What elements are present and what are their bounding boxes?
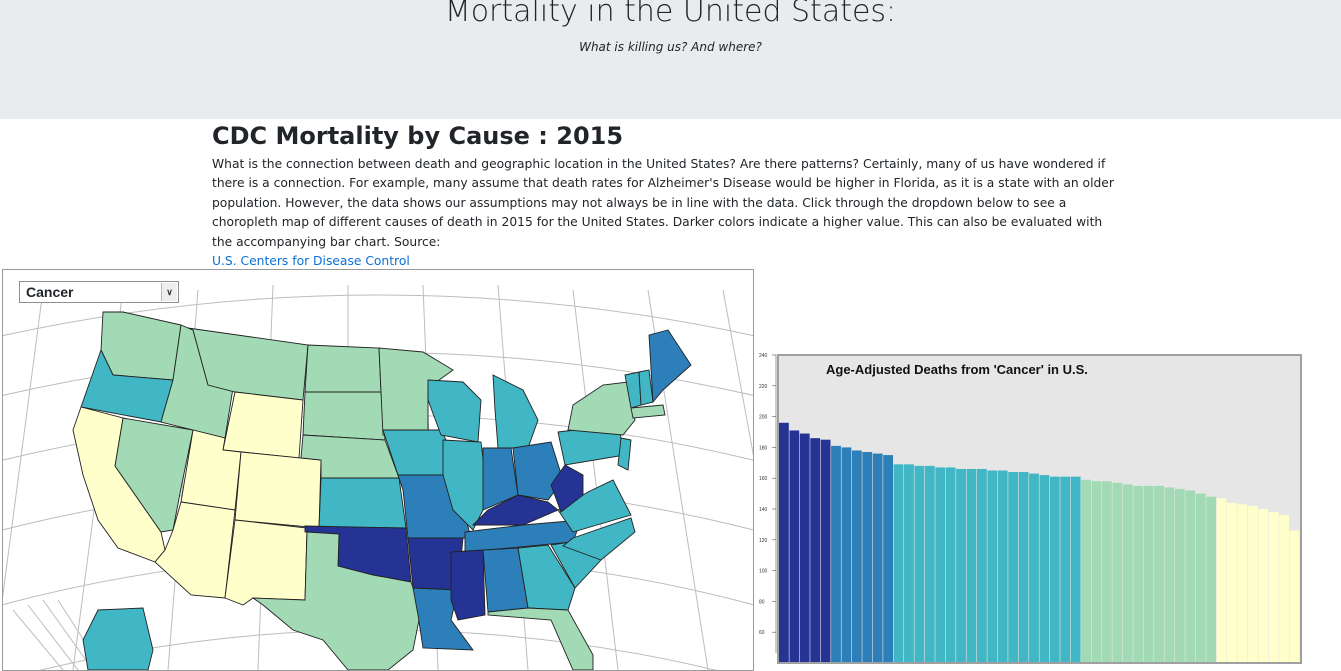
intro-section: CDC Mortality by Cause : 2015 What is th…: [212, 122, 1117, 271]
bar[interactable]: [1049, 476, 1060, 662]
source-link[interactable]: U.S. Centers for Disease Control: [212, 254, 410, 268]
y-tick-label: 100: [759, 569, 768, 575]
bar[interactable]: [976, 468, 987, 662]
state-north-dakota[interactable]: [304, 344, 382, 393]
choropleth-map[interactable]: Cancer ∨: [2, 269, 754, 671]
bar[interactable]: [1247, 505, 1258, 662]
bar[interactable]: [1227, 502, 1237, 662]
bar[interactable]: [841, 447, 852, 662]
chart-panel: [777, 354, 1302, 664]
state-mississippi[interactable]: [450, 549, 486, 621]
bar[interactable]: [1122, 484, 1133, 662]
y-tick-label: 240: [759, 353, 768, 359]
bar-chart: 60 80 100 120 140 160 180 200 220 240: [756, 345, 1306, 664]
state-colorado[interactable]: [234, 451, 322, 529]
state-south-dakota[interactable]: [302, 391, 386, 441]
bar[interactable]: [1081, 479, 1091, 662]
bar[interactable]: [924, 465, 935, 662]
y-tick-label: 80: [759, 599, 765, 605]
bar[interactable]: [1195, 493, 1206, 662]
state-alaska[interactable]: [82, 607, 154, 670]
bar[interactable]: [1102, 481, 1112, 662]
y-tick-label: 120: [759, 538, 768, 544]
bar[interactable]: [1185, 490, 1196, 662]
bar[interactable]: [1164, 487, 1175, 662]
y-tick-label: 160: [759, 476, 768, 482]
state-shapes: [72, 311, 692, 670]
bar[interactable]: [831, 445, 841, 662]
bar[interactable]: [1143, 485, 1154, 662]
cause-dropdown-value: Cancer: [26, 284, 74, 300]
page-header: Mortality in the United States: What is …: [0, 0, 1341, 119]
y-axis: 60 80 100 120 140 160 180 200 220 240: [759, 353, 777, 653]
state-washington[interactable]: [100, 311, 182, 381]
bar[interactable]: [789, 430, 800, 662]
bar[interactable]: [1029, 473, 1039, 662]
bar[interactable]: [1008, 472, 1019, 662]
bar[interactable]: [935, 467, 946, 662]
bar[interactable]: [1060, 476, 1071, 662]
bar[interactable]: [1154, 485, 1164, 662]
chart-title: Age-Adjusted Deaths from 'Cancer' in U.S…: [826, 362, 1088, 377]
bar[interactable]: [1133, 485, 1144, 662]
page-subtitle: What is killing us? And where?: [579, 40, 762, 54]
bar[interactable]: [956, 468, 966, 662]
state-kansas[interactable]: [318, 477, 407, 529]
bars-svg: [779, 422, 1300, 663]
bar[interactable]: [966, 468, 977, 662]
section-heading: CDC Mortality by Cause : 2015: [212, 122, 624, 150]
bar[interactable]: [1112, 482, 1123, 662]
intro-paragraph: What is the connection between death and…: [212, 155, 1117, 271]
bar[interactable]: [987, 470, 998, 663]
bar[interactable]: [1237, 504, 1248, 662]
state-michigan[interactable]: [492, 374, 539, 449]
y-tick-label: 180: [759, 445, 768, 451]
bar[interactable]: [851, 450, 862, 662]
state-new-mexico[interactable]: [224, 519, 308, 606]
bar[interactable]: [914, 465, 925, 662]
y-tick-label: 140: [759, 507, 768, 513]
bar[interactable]: [1039, 475, 1050, 662]
bar[interactable]: [893, 464, 904, 662]
bar[interactable]: [1258, 509, 1269, 662]
bar[interactable]: [1206, 496, 1217, 662]
graticule-line: [3, 289, 44, 598]
page-title: Mortality in the United States:: [444, 0, 897, 29]
bar[interactable]: [883, 455, 894, 662]
state-wyoming[interactable]: [222, 391, 304, 459]
state-maine[interactable]: [648, 329, 692, 404]
bar[interactable]: [1268, 512, 1279, 662]
cause-dropdown[interactable]: Cancer ∨: [19, 281, 179, 303]
intro-text: What is the connection between death and…: [212, 157, 1114, 249]
bar[interactable]: [997, 470, 1008, 663]
y-tick-label: 200: [759, 415, 768, 421]
bar[interactable]: [945, 467, 956, 662]
bar[interactable]: [820, 439, 831, 662]
bar[interactable]: [810, 438, 821, 662]
chevron-down-icon[interactable]: ∨: [161, 283, 177, 301]
bar[interactable]: [1070, 476, 1081, 662]
state-new-york[interactable]: [567, 381, 636, 436]
graticule-line: [722, 289, 753, 456]
bar[interactable]: [799, 433, 810, 662]
bar[interactable]: [1018, 472, 1029, 662]
bar[interactable]: [1289, 530, 1300, 662]
us-map-svg[interactable]: [3, 270, 753, 670]
bar[interactable]: [1216, 498, 1227, 662]
bar[interactable]: [779, 422, 789, 662]
bar[interactable]: [1279, 515, 1289, 662]
y-tick-label: 220: [759, 384, 768, 390]
bar[interactable]: [1174, 488, 1185, 662]
state-massachusetts[interactable]: [630, 404, 666, 419]
y-tick-label: 60: [759, 630, 765, 636]
bar[interactable]: [862, 452, 873, 662]
bar[interactable]: [1091, 481, 1102, 662]
bar[interactable]: [872, 453, 883, 662]
bar[interactable]: [904, 464, 914, 662]
